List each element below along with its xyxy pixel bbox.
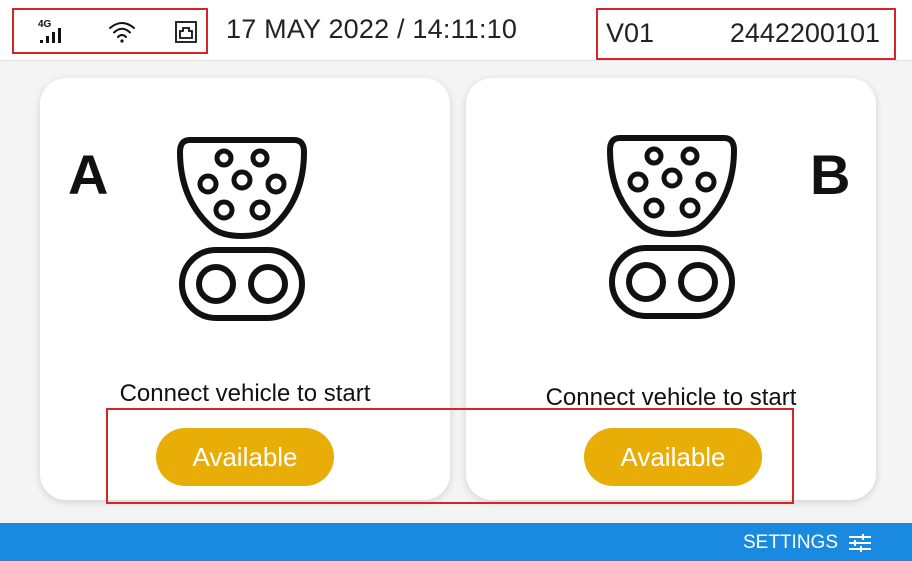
device-info: V01 2442200101 (596, 8, 896, 60)
firmware-version: V01 (606, 18, 655, 48)
bottom-bar: SETTINGS (0, 523, 912, 561)
wifi-icon (108, 20, 136, 49)
ccs2-connector-icon (606, 130, 738, 325)
serial-number: 2442200101 (729, 18, 880, 48)
connector-status-badge: Available (584, 428, 762, 486)
connect-prompt: Connect vehicle to start (119, 380, 371, 407)
ethernet-icon (174, 20, 198, 49)
status-bar: 4G 17 MAY 2022 / 14:11:10 V01 2442200101 (0, 0, 912, 61)
cellular-4g-icon: 4G (36, 16, 66, 51)
charger-screen: 4G 17 MAY 2022 / 14:11:10 V01 2442200101… (0, 0, 912, 561)
connector-status-badge: Available (156, 428, 334, 486)
connector-letter: B (810, 143, 851, 206)
connector-letter: A (68, 143, 109, 206)
date-time: 17 MAY 2022 / 14:11:10 (226, 14, 518, 44)
ccs2-connector-icon (176, 132, 308, 327)
connect-prompt: Connect vehicle to start (545, 384, 797, 411)
network-type-label: 4G (38, 19, 52, 30)
settings-label: SETTINGS (742, 532, 838, 553)
connector-card-a[interactable]: A Connect vehicle to start Available (40, 78, 450, 500)
settings-button[interactable]: SETTINGS (743, 532, 872, 554)
connector-card-b[interactable]: B Connect vehicle to start Available (466, 78, 876, 500)
connectivity-icons: 4G (12, 8, 208, 54)
settings-sliders-icon (849, 534, 871, 552)
